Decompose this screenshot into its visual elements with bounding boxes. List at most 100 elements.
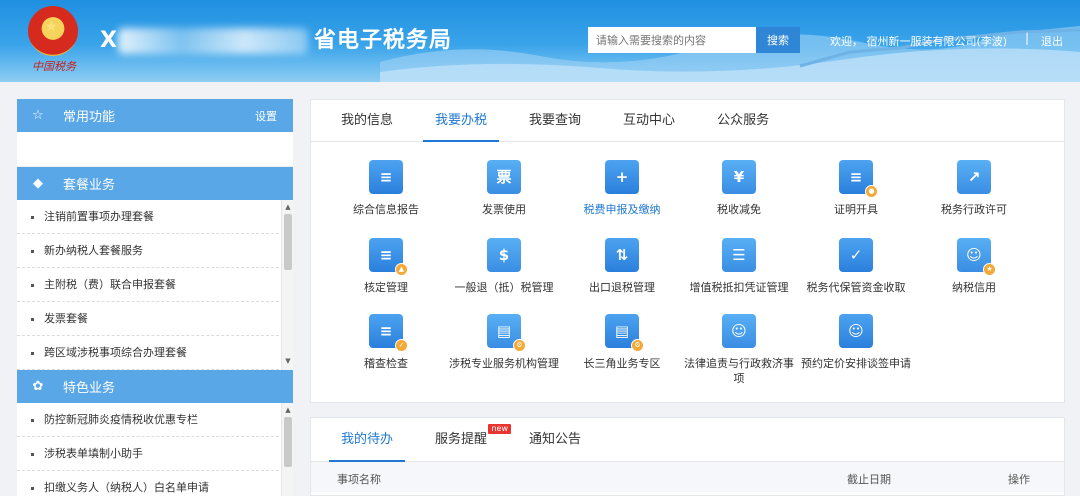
refund-icon: $ xyxy=(487,238,521,272)
redacted-region xyxy=(117,28,308,54)
agency-gear-icon: ▤ ⚙ xyxy=(487,314,526,352)
packages-title: 套餐业务 xyxy=(63,178,116,193)
layers-icon: ◆ xyxy=(33,176,43,191)
special-header[interactable]: ✿ 特色业务 xyxy=(17,370,293,403)
tab-my-todo[interactable]: 我的待办 xyxy=(329,418,406,462)
tab-service-reminder-label: 服务提醒 xyxy=(435,432,488,447)
tab-query[interactable]: 我要查询 xyxy=(517,100,593,141)
scroll-up-icon[interactable]: ▲ xyxy=(282,405,294,415)
tab-announcements[interactable]: 通知公告 xyxy=(517,418,593,461)
cabinet-icon: ☰ xyxy=(722,238,756,272)
scroll-up-icon[interactable]: ▲ xyxy=(282,202,294,212)
func-tax-credit[interactable]: ☺ ★ 纳税信用 xyxy=(915,238,1033,295)
func-label: 发票使用 xyxy=(482,203,526,216)
certificate-icon: ≡ ● xyxy=(839,160,878,198)
list-item[interactable]: 注销前置事项办理套餐 xyxy=(17,200,279,234)
func-label: 税收减免 xyxy=(717,203,761,216)
tab-public-service[interactable]: 公众服务 xyxy=(705,100,781,141)
func-label: 证明开具 xyxy=(834,203,878,216)
report-icon: ≡ xyxy=(369,160,403,194)
brand-script: 中国税务 xyxy=(32,60,76,73)
func-label: 法律追责与行政救济事项 xyxy=(684,357,794,385)
special-list: 防控新冠肺炎疫情税收优惠专栏 涉税表单填制小助手 扣缴义务人（纳税人）白名单申请… xyxy=(17,403,293,496)
func-invoice-use[interactable]: 票 发票使用 xyxy=(445,160,563,217)
list-item-label: 主附税（费）联合申报套餐 xyxy=(44,278,176,291)
search-button[interactable]: 搜索 xyxy=(756,27,800,53)
special-scrollbar[interactable]: ▲ xyxy=(281,403,293,496)
list-item[interactable]: 跨区域涉税事项综合办理套餐 xyxy=(17,336,279,370)
pricing-id-icon: ☺ xyxy=(839,314,873,348)
column-item-name: 事项名称 xyxy=(337,473,381,486)
check-icon: ✓ xyxy=(839,238,873,272)
func-export-refund[interactable]: ⇅ 出口退税管理 xyxy=(563,238,681,295)
func-label: 税务行政许可 xyxy=(941,203,1007,216)
star-icon: ☆ xyxy=(32,108,44,123)
func-pricing-arrangement[interactable]: ☺ 预约定价安排谈签申请 xyxy=(797,314,915,371)
func-custody-funds[interactable]: ✓ 税务代保管资金收取 xyxy=(797,238,915,295)
func-yangtze-delta[interactable]: ▤ ⚙ 长三角业务专区 xyxy=(563,314,681,371)
tab-my-info[interactable]: 我的信息 xyxy=(329,100,405,141)
todo-panel: 我的待办 服务提醒 new 通知公告 事项名称 截止日期 操作 xyxy=(310,417,1065,496)
header-separator: | xyxy=(1025,31,1030,45)
list-item[interactable]: 涉税表单填制小助手 xyxy=(17,437,279,471)
func-vat-voucher[interactable]: ☰ 增值税抵扣凭证管理 xyxy=(680,238,798,295)
list-item-label: 涉税表单填制小助手 xyxy=(44,447,143,460)
func-label: 增值税抵扣凭证管理 xyxy=(689,281,789,294)
common-functions-body xyxy=(17,132,293,167)
legal-id-icon: ☺ xyxy=(722,314,756,348)
func-label: 一般退（抵）税管理 xyxy=(454,281,554,294)
site-title-prefix: X xyxy=(100,28,118,53)
packages-list: 注销前置事项办理套餐 新办纳税人套餐服务 主附税（费）联合申报套餐 发票套餐 跨… xyxy=(17,200,293,370)
list-item[interactable]: 主附税（费）联合申报套餐 xyxy=(17,268,279,302)
list-item-label: 跨区域涉税事项综合办理套餐 xyxy=(44,346,187,359)
user-star-icon: ☺ ★ xyxy=(957,238,996,276)
main-tabs: 我的信息 我要办税 我要查询 互动中心 公众服务 xyxy=(311,100,1064,142)
func-certificate[interactable]: ≡ ● 证明开具 xyxy=(797,160,915,217)
tab-tax-handling[interactable]: 我要办税 xyxy=(423,100,500,142)
scroll-thumb[interactable] xyxy=(284,417,292,467)
export-refund-icon: ⇅ xyxy=(605,238,639,272)
function-grid: ≡ 综合信息报告 票 发票使用 + 税费申报及缴纳 ¥ 税收减免 ≡ ● 证明开具… xyxy=(311,142,1064,402)
list-item[interactable]: 防控新冠肺炎疫情税收优惠专栏 xyxy=(17,403,279,437)
packages-scrollbar[interactable]: ▲ ▼ xyxy=(281,200,293,370)
logout-link[interactable]: 退出 xyxy=(1041,33,1063,49)
scroll-down-icon[interactable]: ▼ xyxy=(282,356,294,366)
search-input[interactable] xyxy=(588,27,756,53)
func-label: 稽查检查 xyxy=(364,357,408,370)
declare-icon: + xyxy=(605,160,639,194)
func-tax-relief[interactable]: ¥ 税收减免 xyxy=(680,160,798,217)
func-comprehensive-report[interactable]: ≡ 综合信息报告 xyxy=(327,160,445,217)
region-gear-icon: ▤ ⚙ xyxy=(605,314,644,352)
tab-interaction[interactable]: 互动中心 xyxy=(611,100,687,141)
func-general-refund[interactable]: $ 一般退（抵）税管理 xyxy=(445,238,563,295)
func-assessment[interactable]: ≡ ▲ 核定管理 xyxy=(327,238,445,295)
func-tax-declare-pay[interactable]: + 税费申报及缴纳 xyxy=(563,160,681,217)
list-item-label: 防控新冠肺炎疫情税收优惠专栏 xyxy=(44,413,198,426)
scroll-thumb[interactable] xyxy=(284,214,292,270)
flower-icon: ✿ xyxy=(32,379,44,394)
sidebar: ☆ 常用功能 设置 ◆ 套餐业务 注销前置事项办理套餐 新办纳税人套餐服务 主附… xyxy=(17,99,293,496)
chart-icon: ↗ xyxy=(957,160,991,194)
column-actions: 操作 xyxy=(1008,473,1030,486)
func-admin-license[interactable]: ↗ 税务行政许可 xyxy=(915,160,1033,217)
func-label: 税费申报及缴纳 xyxy=(583,203,661,216)
list-item[interactable]: 发票套餐 xyxy=(17,302,279,336)
settings-link[interactable]: 设置 xyxy=(255,108,277,124)
todo-tabs: 我的待办 服务提醒 new 通知公告 xyxy=(311,418,1064,462)
func-legal-remedy[interactable]: ☺ 法律追责与行政救济事项 xyxy=(680,314,798,386)
list-item-label: 注销前置事项办理套餐 xyxy=(44,210,154,223)
tab-service-reminder[interactable]: 服务提醒 new xyxy=(423,418,512,461)
tax-relief-icon: ¥ xyxy=(722,160,756,194)
invoice-icon: 票 xyxy=(487,160,521,194)
func-inspection[interactable]: ≡ ✓ 稽查检查 xyxy=(327,314,445,371)
func-label: 纳税信用 xyxy=(952,281,996,294)
list-item[interactable]: 扣缴义务人（纳税人）白名单申请 xyxy=(17,471,279,496)
packages-header[interactable]: ◆ 套餐业务 xyxy=(17,167,293,200)
func-agency-management[interactable]: ▤ ⚙ 涉税专业服务机构管理 xyxy=(445,314,563,371)
func-label: 长三角业务专区 xyxy=(583,357,661,370)
list-item[interactable]: 新办纳税人套餐服务 xyxy=(17,234,279,268)
stamp-icon: ≡ ▲ xyxy=(369,238,408,276)
national-emblem-icon: ★ xyxy=(28,6,78,56)
site-title: X 省电子税务局 xyxy=(100,22,452,54)
func-label: 出口退税管理 xyxy=(589,281,655,294)
